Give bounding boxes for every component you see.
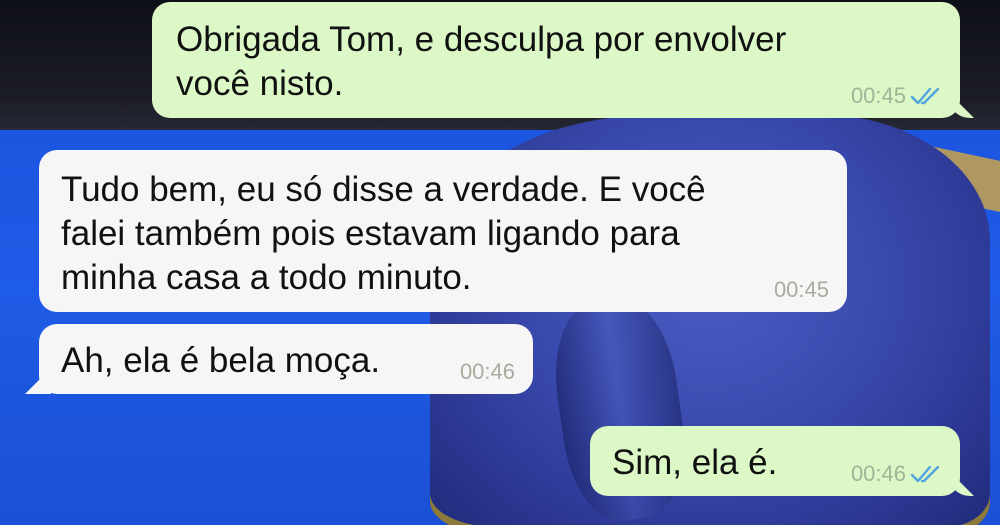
incoming-message-bubble[interactable]: Tudo bem, eu só disse a verdade. E você … [39,150,847,312]
outgoing-message-bubble[interactable]: Sim, ela é. 00:46 [590,426,974,496]
double-check-icon [910,87,940,105]
incoming-message-bubble[interactable]: Ah, ela é bela moça. 00:46 [25,324,533,394]
message-time: 00:46 [850,461,906,486]
message-meta: 00:45 [851,84,942,108]
message-meta: 00:46 [460,360,515,384]
message-text: Obrigada Tom, e desculpa por envolver vo… [176,20,787,103]
message-meta: 00:46 [851,462,942,486]
message-meta: 00:45 [774,278,829,302]
message-time: 00:46 [459,359,515,384]
outgoing-message-bubble[interactable]: Obrigada Tom, e desculpa por envolver vo… [152,2,974,118]
message-text: Tudo bem, eu só disse a verdade. E você … [61,170,706,297]
message-time: 00:45 [850,83,906,108]
message-time: 00:45 [773,277,829,302]
double-check-icon [910,465,940,483]
message-text: Ah, ela é bela moça. [61,341,381,380]
